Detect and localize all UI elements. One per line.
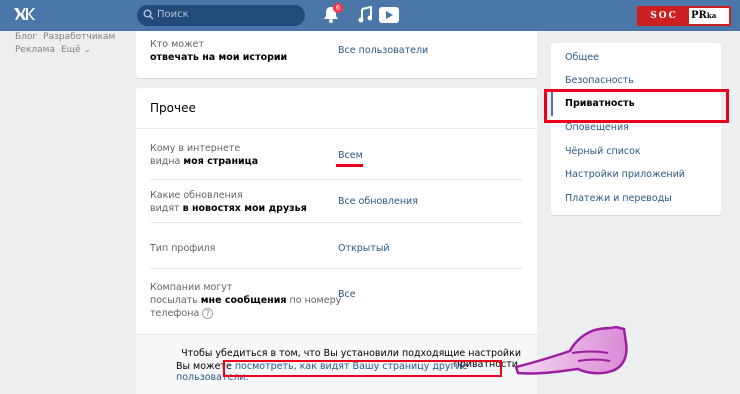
settings-menu: Общее Безопасность Приватность Оповещени…: [551, 43, 721, 215]
menu-item-general[interactable]: Общее: [565, 52, 599, 63]
row-divider: [150, 179, 523, 180]
stories-card: Кто может отвечать на мои истории Все по…: [136, 31, 537, 78]
search-placeholder: Поиск: [157, 9, 189, 20]
link-blog[interactable]: Блог: [15, 32, 37, 42]
row-divider: [150, 222, 523, 223]
menu-item-blacklist[interactable]: Чёрный список: [565, 146, 641, 157]
news-updates-value[interactable]: Все обновления: [338, 195, 418, 208]
profile-type-label: Тип профиля: [150, 243, 216, 254]
top-bar: Поиск 6 SOC PRka: [0, 0, 740, 31]
vk-logo-icon[interactable]: [13, 7, 35, 24]
menu-item-notifications[interactable]: Оповещения: [565, 122, 629, 133]
brand-right: PR: [691, 10, 707, 21]
menu-item-payments[interactable]: Платежи и переводы: [565, 193, 672, 204]
company-messages-label: Компании могут посылать мне сообщения по…: [150, 282, 342, 319]
search-icon: [143, 9, 154, 23]
link-ads[interactable]: Реклама: [15, 45, 55, 55]
divider: [136, 128, 537, 129]
privacy-highlight-box: [544, 89, 729, 123]
company-messages-value[interactable]: Все: [338, 288, 356, 301]
search-input[interactable]: Поиск: [137, 5, 305, 26]
highlight-underline: [336, 164, 363, 167]
video-icon[interactable]: [379, 7, 399, 23]
socprka-logo: SOC PRka: [637, 6, 731, 26]
page-visibility-value[interactable]: Всем: [338, 149, 363, 162]
menu-item-app-settings[interactable]: Настройки приложений: [565, 169, 685, 180]
link-more[interactable]: Ещё ⌄: [61, 45, 91, 55]
pointing-hand-icon: [512, 323, 634, 382]
other-settings-card: Прочее Кому в интернете видна моя страни…: [136, 88, 537, 394]
music-icon[interactable]: [358, 5, 373, 26]
profile-type-value[interactable]: Открытый: [338, 242, 390, 255]
stories-reply-label: Кто может отвечать на мои истории: [150, 39, 288, 63]
help-icon[interactable]: ?: [202, 308, 214, 319]
row-divider: [150, 268, 523, 269]
section-title: Прочее: [150, 101, 196, 115]
brand-suffix: ka: [706, 11, 717, 20]
page-visibility-label: Кому в интернете видна моя страница: [150, 143, 259, 167]
stories-reply-value[interactable]: Все пользователи: [338, 44, 428, 57]
brand-left: SOC: [639, 8, 689, 24]
link-developers[interactable]: Разработчикам: [43, 32, 115, 42]
news-updates-label: Какие обновления видят в новостях мои др…: [150, 190, 307, 214]
menu-item-security[interactable]: Безопасность: [565, 75, 634, 86]
left-footer-links: Блог Разработчикам Реклама Ещё ⌄: [15, 31, 121, 57]
notifications-badge: 6: [333, 3, 343, 13]
link-highlight-box: [223, 360, 502, 377]
